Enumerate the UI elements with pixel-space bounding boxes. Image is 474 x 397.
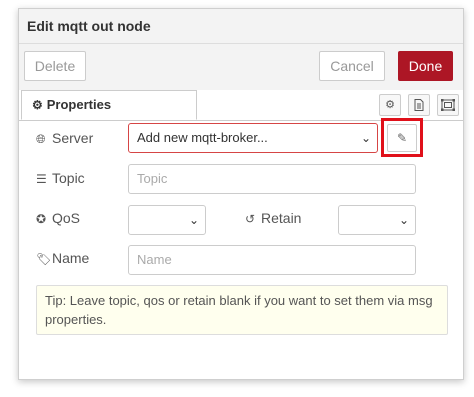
tip-box: Tip: Leave topic, qos or retain blank if… <box>36 285 448 335</box>
appearance-icon <box>441 99 455 111</box>
qos-label-text: QoS <box>52 210 81 226</box>
name-label: 🏷︎Name <box>36 243 89 273</box>
settings-tab-button[interactable]: ⚙ <box>379 94 401 116</box>
globe-icon: 🌐︎ <box>36 132 46 146</box>
name-label-text: Name <box>52 250 90 266</box>
qos-label: ✪ QoS <box>36 203 80 233</box>
server-select[interactable]: Add new mqtt-broker... ⌄ <box>128 123 378 153</box>
topic-label-text: Topic <box>52 170 85 186</box>
chevron-down-icon: ⌄ <box>398 213 409 227</box>
topic-input[interactable]: Topic <box>128 164 416 194</box>
edit-node-dialog: Edit mqtt out node Delete Cancel Done ⚙ P… <box>18 8 464 380</box>
tab-bar: ⚙ Properties ⚙ <box>19 90 463 121</box>
server-select-value: Add new mqtt-broker... <box>137 130 268 145</box>
dialog-toolbar: Delete Cancel Done <box>19 44 463 90</box>
gear-icon: ⚙ <box>32 98 43 112</box>
topic-label: ☰ Topic <box>36 163 85 193</box>
name-input[interactable]: Name <box>128 245 416 275</box>
retain-label-text: Retain <box>261 210 302 226</box>
server-label-text: Server <box>52 130 94 146</box>
highlight-box <box>381 118 423 157</box>
retain-select[interactable]: ⌄ <box>338 205 416 235</box>
empire-icon: ✪ <box>36 212 47 226</box>
topic-placeholder: Topic <box>137 171 168 186</box>
gear-icon: ⚙ <box>385 99 395 111</box>
retain-label: ↺ Retain <box>245 203 301 233</box>
tab-properties[interactable]: ⚙ Properties <box>21 90 197 120</box>
name-placeholder: Name <box>137 252 172 267</box>
qos-select[interactable]: ⌄ <box>128 205 206 235</box>
chevron-down-icon: ⌄ <box>188 213 199 227</box>
cancel-button[interactable]: Cancel <box>319 51 385 81</box>
description-tab-button[interactable] <box>408 94 430 116</box>
appearance-tab-button[interactable] <box>437 94 459 116</box>
tasks-icon: ☰ <box>36 172 47 186</box>
delete-button[interactable]: Delete <box>24 51 86 81</box>
history-icon: ↺ <box>245 212 256 226</box>
tag-icon: 🏷︎ <box>36 252 52 266</box>
server-label: 🌐︎ Server <box>36 123 93 153</box>
description-icon <box>414 99 424 111</box>
chevron-down-icon: ⌄ <box>360 131 371 145</box>
done-button[interactable]: Done <box>398 51 453 81</box>
dialog-title: Edit mqtt out node <box>19 9 463 44</box>
tab-properties-label: Properties <box>46 97 112 112</box>
